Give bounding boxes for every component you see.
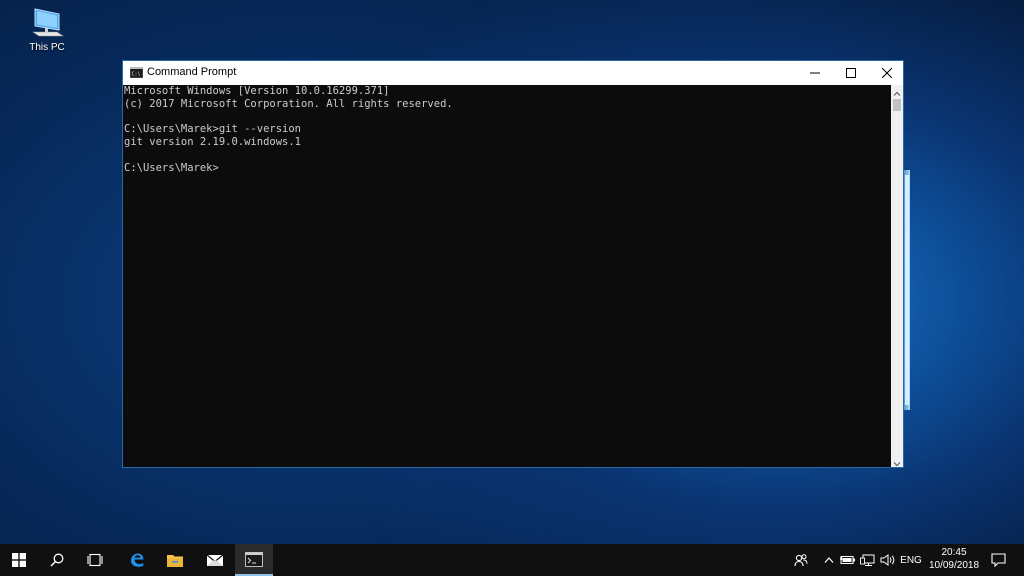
people-icon <box>794 554 808 567</box>
action-center-icon <box>990 553 1006 567</box>
mail-taskbar-button[interactable] <box>196 544 234 576</box>
cmd-taskbar-button[interactable] <box>235 544 273 576</box>
chevron-up-icon <box>824 557 834 563</box>
svg-text:C:\: C:\ <box>132 72 141 78</box>
file-explorer-taskbar-button[interactable] <box>156 544 194 576</box>
search-button[interactable] <box>38 544 76 576</box>
window-title: Command Prompt <box>147 66 237 78</box>
console-output[interactable]: Microsoft Windows [Version 10.0.16299.37… <box>123 85 891 467</box>
edge-taskbar-button[interactable] <box>118 544 156 576</box>
chevron-down-icon <box>893 462 901 467</box>
clock-time: 20:45 <box>941 547 967 558</box>
command-prompt-window[interactable]: C:\ Command Prompt Microsoft Windows [Ve… <box>122 60 904 468</box>
people-button[interactable] <box>790 544 812 576</box>
volume-button[interactable] <box>878 544 898 576</box>
console-line: C:\Users\Marek>git --version <box>124 123 302 136</box>
vertical-scrollbar[interactable] <box>891 85 903 467</box>
title-bar[interactable]: C:\ Command Prompt <box>123 61 903 85</box>
scroll-down-button[interactable] <box>891 455 903 467</box>
computer-icon <box>32 8 64 37</box>
taskbar-clock[interactable]: 20:45 10/09/2018 <box>926 546 982 576</box>
network-button[interactable] <box>858 544 878 576</box>
maximize-button[interactable] <box>833 61 869 85</box>
console-line: (c) 2017 Microsoft Corporation. All righ… <box>124 97 453 110</box>
close-button[interactable] <box>869 61 905 85</box>
task-view-icon <box>87 553 103 567</box>
desktop: This PC C:\ Command Prompt Microsoft Win… <box>0 0 1024 544</box>
scroll-up-button[interactable] <box>891 85 903 97</box>
desktop-icon-this-pc[interactable]: This PC <box>22 6 72 62</box>
scrollbar-thumb[interactable] <box>893 99 901 111</box>
edge-icon <box>131 553 144 567</box>
action-center-button[interactable] <box>986 544 1010 576</box>
taskbar: ENG 20:45 10/09/2018 <box>0 544 1024 576</box>
desktop-icon-label: This PC <box>29 42 65 53</box>
minimize-button[interactable] <box>797 61 833 85</box>
wallpaper-light-beam-core <box>905 175 909 405</box>
mail-icon <box>206 554 224 566</box>
network-icon <box>860 554 875 566</box>
console-prompt-line: C:\Users\Marek> <box>124 161 219 174</box>
battery-button[interactable] <box>838 544 858 576</box>
clock-date: 10/09/2018 <box>928 560 980 571</box>
close-icon <box>882 68 892 78</box>
task-view-button[interactable] <box>76 544 114 576</box>
battery-icon <box>840 556 855 564</box>
cmd-icon <box>245 551 263 567</box>
file-explorer-icon <box>167 554 183 567</box>
maximize-icon <box>846 68 856 78</box>
show-hidden-icons-button[interactable] <box>820 544 838 576</box>
start-button[interactable] <box>0 544 38 576</box>
input-language-indicator[interactable]: ENG <box>898 544 924 576</box>
volume-icon <box>880 554 895 566</box>
cmd-icon: C:\ <box>130 67 143 78</box>
search-icon <box>50 553 64 567</box>
console-line: Microsoft Windows [Version 10.0.16299.37… <box>124 85 390 97</box>
start-icon <box>12 553 26 567</box>
console-line: git version 2.19.0.windows.1 <box>124 136 302 149</box>
minimize-icon <box>810 72 820 74</box>
